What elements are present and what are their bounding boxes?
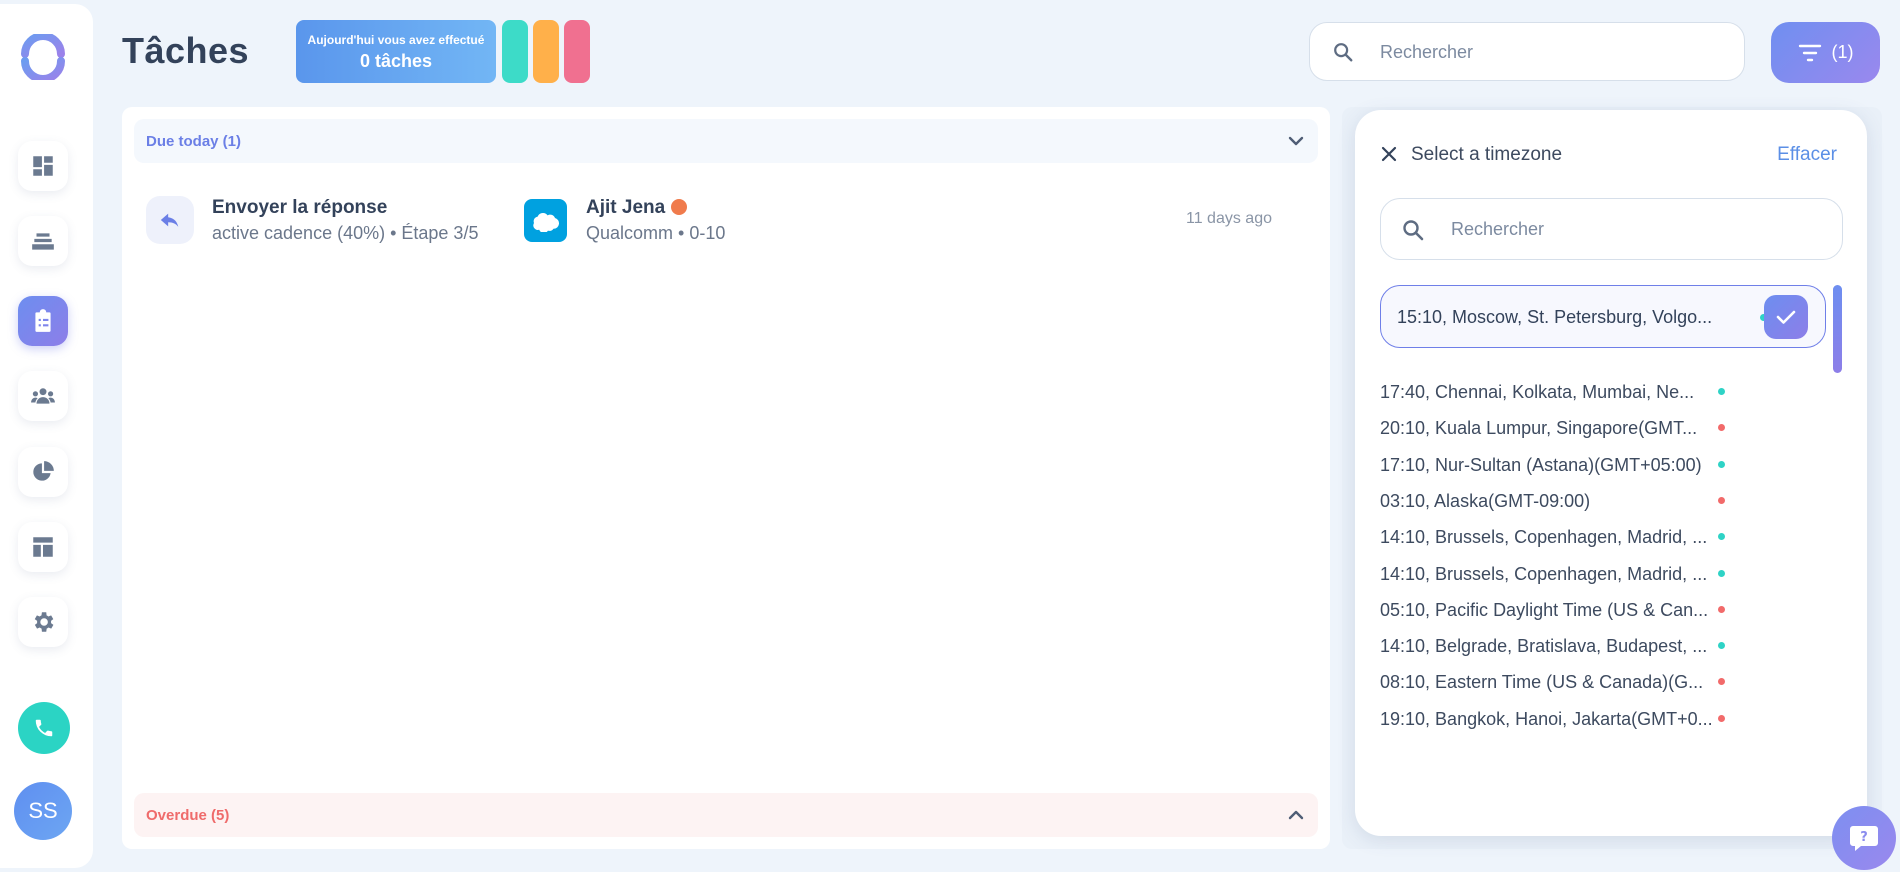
timezone-panel: Select a timezone Effacer 15:10, Moscow,… [1355, 110, 1867, 836]
timezone-option[interactable]: 03:10, Alaska(GMT-09:00) [1380, 483, 1810, 519]
clear-button[interactable]: Effacer [1777, 144, 1837, 166]
dashboard-icon [33, 156, 53, 176]
status-dot [1718, 642, 1725, 650]
overdue-label: Overdue (5) [146, 806, 230, 824]
logo-icon[interactable] [20, 34, 66, 80]
close-icon[interactable] [1379, 144, 1399, 164]
status-bar-green[interactable] [502, 20, 528, 83]
status-bar-pink[interactable] [564, 20, 590, 83]
timezone-label: 17:10, Nur-Sultan (Astana)(GMT+05:00) [1380, 454, 1702, 475]
nav-settings[interactable] [18, 597, 68, 647]
help-chat-icon: ? [1850, 826, 1878, 851]
contact-name-text: Ajit Jena [586, 197, 666, 218]
due-today-label: Due today (1) [146, 132, 242, 150]
status-dot [1718, 424, 1725, 432]
help-button[interactable]: ? [1832, 806, 1896, 870]
nav-tasks[interactable] [18, 296, 68, 346]
timezone-label: 14:10, Brussels, Copenhagen, Madrid, ... [1380, 527, 1708, 548]
search-input[interactable] [1380, 40, 1720, 64]
contact-company: Qualcomm • 0-10 [586, 223, 726, 243]
timezone-option[interactable]: 08:10, Eastern Time (US & Canada)(G... [1380, 664, 1810, 700]
layout-icon [33, 537, 53, 557]
filter-count: (1) [1831, 42, 1854, 62]
today-summary-label: Aujourd'hui vous avez effectué [307, 33, 485, 47]
status-dot [1718, 678, 1725, 686]
timezone-label: 14:10, Belgrade, Bratislava, Budapest, .… [1380, 636, 1708, 657]
status-dot [1718, 569, 1725, 577]
task-cadence: active cadence (40%) • Étape 3/5 [212, 223, 479, 243]
timezone-search-input[interactable] [1451, 217, 1811, 241]
overdue-header[interactable]: Overdue (5) [134, 793, 1318, 837]
task-list-panel: Due today (1) Envoyer la réponse active … [122, 107, 1330, 849]
contact-name[interactable]: Ajit Jena [586, 197, 688, 219]
today-summary-badge: Aujourd'hui vous avez effectué 0 tâches [296, 20, 496, 83]
settings-icon [34, 612, 54, 632]
chevron-up-icon [1288, 810, 1304, 820]
layers-icon [32, 233, 54, 250]
salesforce-icon [524, 199, 567, 242]
timezone-label: 17:40, Chennai, Kolkata, Mumbai, Ne... [1380, 382, 1695, 402]
task-title[interactable]: Envoyer la réponse [212, 197, 387, 219]
check-icon[interactable] [1764, 295, 1808, 339]
timezone-option-selected[interactable]: 15:10, Moscow, St. Petersburg, Volgo... [1380, 285, 1826, 348]
nav-dashboard[interactable] [18, 141, 68, 191]
phone-icon [35, 719, 53, 737]
timezone-option[interactable]: 19:10, Bangkok, Hanoi, Jakarta(GMT+0... [1380, 701, 1810, 737]
nav-layers[interactable] [18, 216, 68, 266]
tasks-icon [35, 309, 51, 332]
timezone-search [1380, 198, 1843, 260]
timezone-label: 08:10, Eastern Time (US & Canada)(G... [1380, 672, 1704, 693]
timezone-option[interactable]: 14:10, Brussels, Copenhagen, Madrid, ... [1380, 519, 1810, 555]
status-dot [1718, 496, 1725, 504]
avatar[interactable]: SS [14, 782, 72, 840]
timezone-title: Select a timezone [1411, 144, 1563, 165]
call-button[interactable] [18, 702, 70, 754]
search-icon [1403, 220, 1424, 241]
nav-team[interactable] [18, 371, 68, 421]
svg-text:?: ? [1860, 830, 1868, 845]
team-icon [31, 388, 55, 404]
timezone-label: 15:10, Moscow, St. Petersburg, Volgo... [1397, 307, 1713, 327]
timezone-option[interactable]: 17:40, Chennai, Kolkata, Mumbai, Ne... [1380, 374, 1810, 410]
due-today-header[interactable]: Due today (1) [134, 119, 1318, 163]
timezone-option[interactable]: 17:10, Nur-Sultan (Astana)(GMT+05:00) [1380, 447, 1810, 483]
status-bar-orange[interactable] [533, 20, 559, 83]
timezone-label: 05:10, Pacific Daylight Time (US & Can..… [1380, 599, 1709, 620]
timezone-label: 19:10, Bangkok, Hanoi, Jakarta(GMT+0... [1380, 708, 1713, 729]
timezone-option[interactable]: 14:10, Belgrade, Bratislava, Budapest, .… [1380, 628, 1810, 664]
timezone-label: 20:10, Kuala Lumpur, Singapore(GMT... [1380, 418, 1698, 439]
status-dot [1718, 714, 1725, 722]
nav-reports[interactable] [18, 447, 68, 497]
timezone-label: 03:10, Alaska(GMT-09:00) [1380, 490, 1591, 511]
page-title: Tâches [122, 30, 250, 71]
status-dot [1718, 460, 1725, 468]
timezone-option[interactable]: 20:10, Kuala Lumpur, Singapore(GMT... [1380, 410, 1810, 446]
filter-button[interactable]: (1) [1771, 22, 1880, 83]
search-icon [1334, 43, 1353, 62]
reply-icon [146, 196, 194, 244]
status-dot [1718, 388, 1725, 395]
timezone-label: 14:10, Brussels, Copenhagen, Madrid, ... [1380, 563, 1708, 584]
task-time-ago: 11 days ago [1186, 210, 1272, 227]
chevron-down-icon [1288, 136, 1304, 146]
timezone-option[interactable]: 14:10, Brussels, Copenhagen, Madrid, ... [1380, 556, 1810, 592]
today-summary-count: 0 tâches [359, 51, 433, 71]
nav-templates[interactable] [18, 522, 68, 572]
scrollbar[interactable] [1833, 285, 1842, 373]
contact-status-icon [671, 199, 688, 215]
status-dot [1718, 605, 1725, 613]
pie-chart-icon [33, 461, 54, 481]
task-search [1309, 22, 1745, 81]
task-row[interactable]: Envoyer la réponse active cadence (40%) … [146, 187, 1286, 249]
filter-icon [1798, 44, 1821, 61]
sidebar: SS [0, 4, 93, 868]
status-dot [1718, 533, 1725, 541]
timezone-option[interactable]: 05:10, Pacific Daylight Time (US & Can..… [1380, 592, 1810, 628]
